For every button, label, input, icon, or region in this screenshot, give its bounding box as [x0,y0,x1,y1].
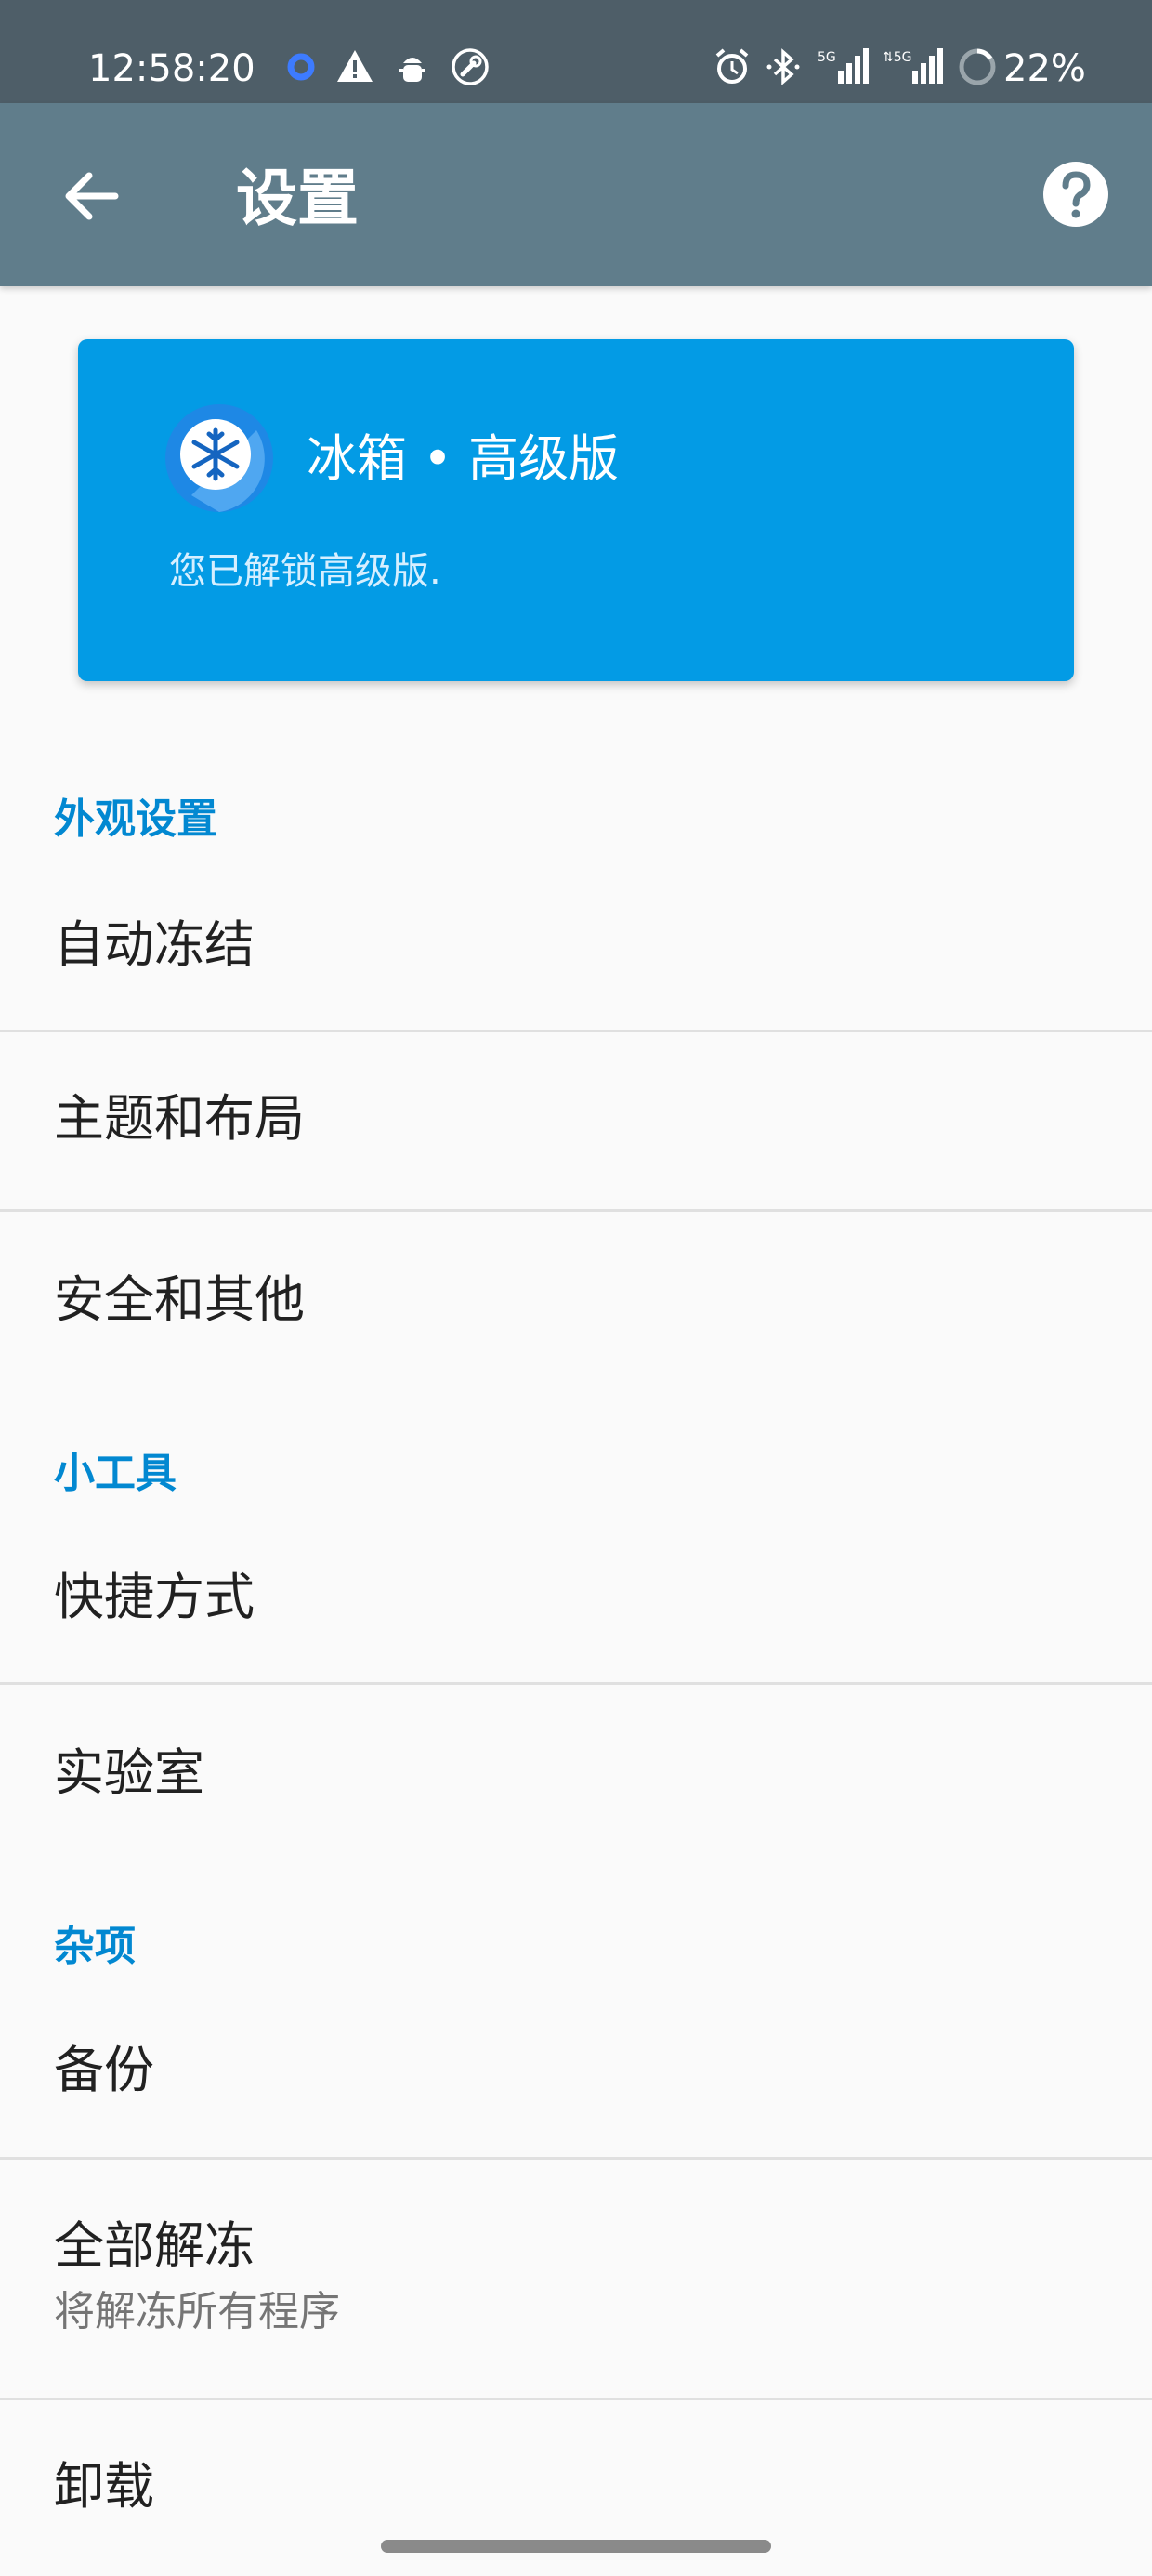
battery-percentage: 22% [1003,47,1086,90]
pref-item-theme-layout[interactable]: 主题和布局 [0,1032,1152,1209]
bluetooth-icon [766,48,800,85]
pref-item-auto-freeze[interactable]: 自动冻结 [0,857,1152,1030]
page-title: 设置 [236,163,359,234]
pref-title: 安全和其他 [54,1270,305,1329]
pref-title: 自动冻结 [54,915,255,974]
warning-icon [337,50,373,82]
premium-card[interactable]: 冰箱 • 高级版 您已解锁高级版. [78,339,1074,681]
pref-title: 主题和布局 [54,1089,305,1148]
pref-summary: 将解冻所有程序 [54,2288,340,2335]
card-title: 冰箱 • 高级版 [307,429,620,488]
gesture-nav-handle[interactable] [381,2540,771,2553]
pref-item-shortcuts[interactable]: 快捷方式 [0,1511,1152,1682]
wrench-icon [452,48,489,85]
ice-box-snowflake-logo [165,404,273,512]
pref-item-lab[interactable]: 实验室 [0,1685,1152,1867]
alarm-icon [715,48,749,84]
svg-text:⇅5G: ⇅5G [883,50,912,65]
android-debug-icon [399,58,425,82]
help-circle-icon[interactable] [1039,157,1113,231]
app-bar: 设置 [0,103,1152,286]
pref-item-security-other[interactable]: 安全和其他 [0,1212,1152,1394]
pref-title: 快捷方式 [54,1568,255,1626]
section-header-misc: 杂项 [54,1923,136,1970]
section-header-tools: 小工具 [54,1450,177,1497]
pref-item-unfreeze-all[interactable]: 全部解冻 将解冻所有程序 [0,2160,1152,2398]
pref-item-uninstall[interactable]: 卸载 [0,2400,1152,2525]
pref-title: 实验室 [54,1743,204,1802]
section-header-appearance: 外观设置 [54,795,217,843]
battery-saver-icon [959,48,996,85]
status-time: 12:58:20 [88,47,255,90]
arrow-back-icon[interactable] [56,159,130,233]
signal-5g-icon: 5G [818,48,869,84]
pref-item-backup[interactable]: 备份 [0,1984,1152,2157]
app-notification-icon [287,53,315,81]
svg-text:5G: 5G [818,50,836,65]
pref-title: 备份 [54,2041,154,2099]
status-bar: 12:58:20 5G ⇅5G 22% [0,0,1152,103]
pref-title: 卸载 [54,2457,154,2516]
pref-title: 全部解冻 [54,2216,255,2275]
signal-5g-icon: ⇅5G [883,48,943,84]
card-subtitle: 您已解锁高级版. [169,550,441,593]
